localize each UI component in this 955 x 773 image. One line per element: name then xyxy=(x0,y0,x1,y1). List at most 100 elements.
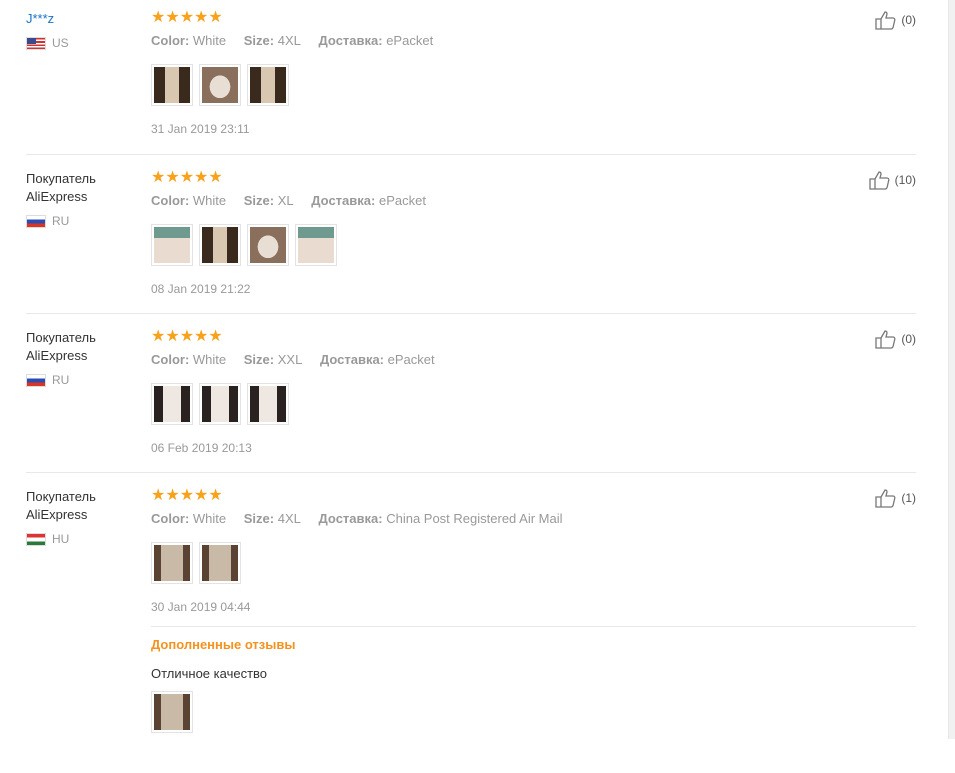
review-photos xyxy=(151,542,851,584)
helpful-count: (0) xyxy=(901,332,916,346)
reviewer-country: US xyxy=(26,36,136,50)
review-photos xyxy=(151,224,851,266)
shipping-label: Доставка: xyxy=(318,33,383,48)
thumbs-up-icon xyxy=(875,489,896,508)
helpful-count: (0) xyxy=(901,13,916,27)
review-photo[interactable] xyxy=(295,224,337,266)
review-date: 30 Jan 2019 04:44 xyxy=(151,600,251,614)
review-photo[interactable] xyxy=(199,383,241,425)
review-content: ★★★★★ Color: White Size: 4XL Доставка: e… xyxy=(151,10,851,136)
shipping-value: China Post Registered Air Mail xyxy=(386,511,563,526)
shipping-value: ePacket xyxy=(387,352,435,367)
additional-divider xyxy=(151,626,916,627)
us-flag-icon xyxy=(26,36,46,50)
reviewer-name-line1: Покупатель xyxy=(26,330,96,345)
review-photo[interactable] xyxy=(199,64,241,106)
additional-review-text: Отличное качество xyxy=(151,666,268,681)
color-value: White xyxy=(192,511,227,526)
reviewer-country: HU xyxy=(26,532,136,546)
color-label: Color: xyxy=(151,511,190,526)
helpful-count: (1) xyxy=(901,491,916,505)
review-photo[interactable] xyxy=(151,542,193,584)
color-value: White xyxy=(192,33,227,48)
review-item: Покупатель AliExpress RU ★★★★★ Color: Wh… xyxy=(26,314,916,473)
review-item: Покупатель AliExpress HU ★★★★★ Color: Wh… xyxy=(26,473,916,773)
review-meta: Color: White Size: XXL Доставка: ePacket xyxy=(151,352,851,367)
review-photo[interactable] xyxy=(151,64,193,106)
ru-flag-icon xyxy=(26,214,46,228)
size-label: Size: xyxy=(243,33,275,48)
helpful-button[interactable]: (1) xyxy=(874,488,916,508)
size-label: Size: xyxy=(243,511,275,526)
review-date: 06 Feb 2019 20:13 xyxy=(151,441,252,455)
review-meta: Color: White Size: XL Доставка: ePacket xyxy=(151,193,851,208)
shipping-label: Доставка: xyxy=(311,193,376,208)
review-photo[interactable] xyxy=(199,542,241,584)
color-label: Color: xyxy=(151,33,190,48)
review-photo[interactable] xyxy=(151,224,193,266)
size-value: 4XL xyxy=(277,511,301,526)
reviewer-info: J***z US xyxy=(26,10,136,50)
shipping-label: Доставка: xyxy=(319,352,385,367)
reviewer-info: Покупатель AliExpress RU xyxy=(26,170,136,228)
review-date: 31 Jan 2019 23:11 xyxy=(151,122,250,136)
review-item: Покупатель AliExpress RU ★★★★★ Color: Wh… xyxy=(26,155,916,314)
helpful-count: (10) xyxy=(894,173,916,187)
shipping-label: Доставка: xyxy=(318,511,383,526)
size-label: Size: xyxy=(243,352,275,367)
review-content: ★★★★★ Color: White Size: XL Доставка: eP… xyxy=(151,170,851,296)
review-date: 08 Jan 2019 21:22 xyxy=(151,282,251,296)
reviewer-name-line1: Покупатель xyxy=(26,489,96,504)
review-photo[interactable] xyxy=(151,383,193,425)
ru-flag-icon xyxy=(26,373,46,387)
review-photos xyxy=(151,383,851,425)
reviewer-info: Покупатель AliExpress RU xyxy=(26,329,136,387)
color-value: White xyxy=(192,193,227,208)
size-value: XXL xyxy=(277,352,303,367)
size-label: Size: xyxy=(243,193,275,208)
review-photo[interactable] xyxy=(247,224,289,266)
review-item: J***z US ★★★★★ Color: White Size: 4XL До… xyxy=(26,0,916,155)
color-label: Color: xyxy=(151,193,190,208)
color-value: White xyxy=(192,352,227,367)
additional-review-photos xyxy=(151,691,851,733)
review-photo[interactable] xyxy=(247,64,289,106)
reviewer-name[interactable]: J***z xyxy=(26,10,136,28)
reviewer-name-line2: AliExpress xyxy=(26,507,88,522)
review-photo[interactable] xyxy=(247,383,289,425)
reviewer-name-line2: AliExpress xyxy=(26,348,88,363)
country-code: RU xyxy=(52,214,70,228)
review-photo[interactable] xyxy=(151,691,193,733)
size-value: 4XL xyxy=(277,33,301,48)
country-code: HU xyxy=(52,532,70,546)
reviewer-name-line1: Покупатель xyxy=(26,171,96,186)
review-meta: Color: White Size: 4XL Доставка: ePacket xyxy=(151,33,851,48)
country-code: US xyxy=(52,36,69,50)
size-value: XL xyxy=(277,193,294,208)
review-photo[interactable] xyxy=(199,224,241,266)
helpful-button[interactable]: (0) xyxy=(874,329,916,349)
thumbs-up-icon xyxy=(875,11,896,30)
review-meta: Color: White Size: 4XL Доставка: China P… xyxy=(151,511,851,526)
reviewer-name-line2: AliExpress xyxy=(26,189,88,204)
reviews-feed: J***z US ★★★★★ Color: White Size: 4XL До… xyxy=(0,0,955,773)
helpful-button[interactable]: (10) xyxy=(868,170,916,190)
scrollbar[interactable] xyxy=(948,0,955,739)
review-photos xyxy=(151,64,851,106)
reviewer-info: Покупатель AliExpress HU xyxy=(26,488,136,546)
rating-stars: ★★★★★ xyxy=(151,9,223,26)
rating-stars: ★★★★★ xyxy=(151,169,223,186)
thumbs-up-icon xyxy=(875,330,896,349)
helpful-button[interactable]: (0) xyxy=(874,10,916,30)
shipping-value: ePacket xyxy=(378,193,426,208)
reviewer-country: RU xyxy=(26,373,136,387)
hu-flag-icon xyxy=(26,532,46,546)
shipping-value: ePacket xyxy=(386,33,434,48)
rating-stars: ★★★★★ xyxy=(151,487,223,504)
rating-stars: ★★★★★ xyxy=(151,328,223,345)
additional-review-title: Дополненные отзывы xyxy=(151,637,296,652)
review-content: ★★★★★ Color: White Size: XXL Доставка: e… xyxy=(151,329,851,455)
thumbs-up-icon xyxy=(869,171,890,190)
reviewer-country: RU xyxy=(26,214,136,228)
review-content: ★★★★★ Color: White Size: 4XL Доставка: C… xyxy=(151,487,916,733)
